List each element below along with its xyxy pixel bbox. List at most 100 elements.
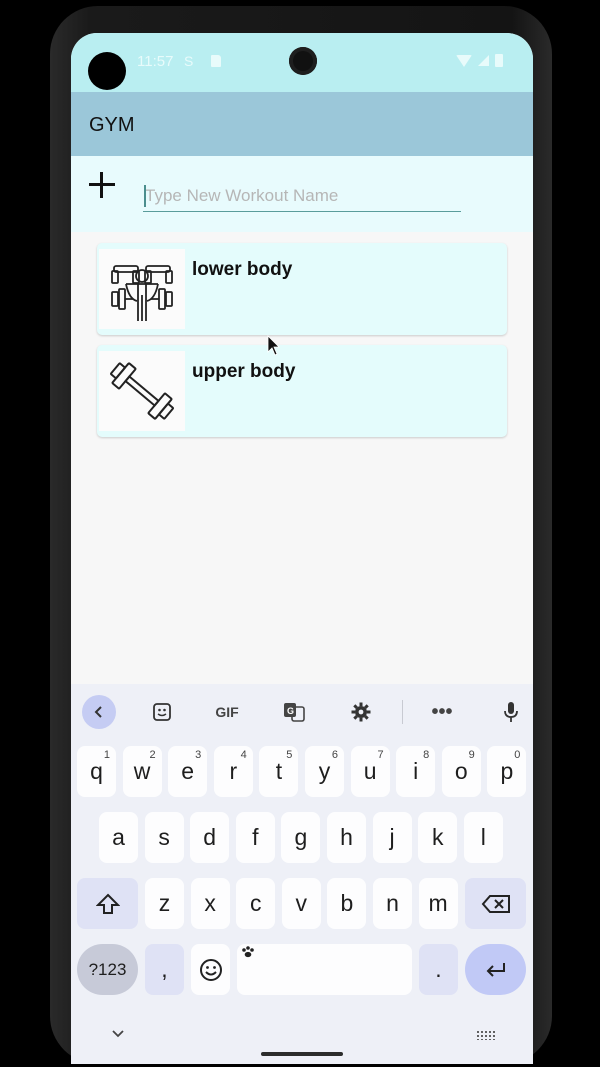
key-l[interactable]: l — [463, 812, 503, 863]
key-label: j — [389, 824, 395, 850]
workout-card-lower-body[interactable]: lower body — [97, 243, 507, 335]
key-x[interactable]: x — [190, 878, 230, 929]
key-v[interactable]: v — [281, 878, 321, 929]
key-a[interactable]: a — [99, 812, 138, 863]
key-number-hint: 2 — [149, 749, 156, 761]
status-s-icon: S — [184, 53, 194, 69]
backspace-key[interactable] — [465, 878, 526, 929]
gif-button[interactable]: GIF — [209, 696, 245, 728]
key-i[interactable]: i8 — [396, 746, 436, 797]
new-workout-row — [71, 156, 533, 232]
space-key[interactable] — [237, 944, 412, 995]
key-y[interactable]: y6 — [305, 746, 344, 797]
key-o[interactable]: o9 — [441, 746, 481, 797]
enter-key[interactable] — [465, 944, 526, 995]
more-options-icon[interactable]: ••• — [427, 696, 457, 728]
key-label: a — [112, 824, 125, 850]
key-z[interactable]: z — [145, 878, 184, 929]
key-d[interactable]: d — [190, 812, 230, 863]
svg-text:G: G — [287, 706, 294, 716]
soft-keyboard: GIF G ••• q1w2e3r4t5y6u7i8o9p0 asdfghjkl… — [71, 684, 533, 1064]
text-caret — [144, 185, 146, 207]
settings-gear-icon[interactable] — [346, 696, 376, 728]
key-label: d — [203, 824, 217, 850]
key-u[interactable]: u7 — [350, 746, 390, 797]
key-label: c — [249, 890, 262, 916]
key-m[interactable]: m — [418, 878, 458, 929]
key-label: k — [431, 824, 444, 850]
battery-icon — [495, 54, 503, 67]
mouse-pointer-icon — [267, 335, 280, 356]
front-camera — [289, 47, 317, 75]
key-label: y — [318, 758, 331, 784]
keyboard-switch-icon[interactable] — [476, 1030, 496, 1040]
key-w[interactable]: w2 — [122, 746, 162, 797]
key-j[interactable]: j — [372, 812, 412, 863]
shift-key[interactable] — [77, 878, 138, 929]
translate-icon[interactable]: G — [279, 696, 309, 728]
key-number-hint: 4 — [240, 749, 247, 761]
add-workout-button[interactable] — [87, 170, 117, 200]
key-label: q — [90, 758, 103, 784]
key-label: l — [480, 824, 486, 850]
key-number-hint: 7 — [377, 749, 384, 761]
key-q[interactable]: q1 — [77, 746, 116, 797]
key-number-hint: 1 — [103, 749, 110, 761]
gesture-nav-handle[interactable] — [261, 1052, 343, 1056]
comma-key[interactable]: , — [145, 944, 184, 995]
status-bar: 11:57 S — [71, 33, 533, 92]
workout-name-input[interactable] — [143, 180, 461, 212]
workout-card-label: lower body — [192, 259, 293, 280]
sticker-icon[interactable] — [147, 696, 177, 728]
key-label: e — [181, 758, 195, 784]
workout-card-label: upper body — [192, 361, 296, 382]
app-bar: GYM — [71, 92, 533, 156]
key-number-hint: 8 — [423, 749, 430, 761]
app-title: GYM — [89, 114, 135, 136]
keyboard-back-icon[interactable] — [82, 695, 116, 729]
status-time: 11:57 — [137, 53, 174, 70]
key-t[interactable]: t5 — [259, 746, 299, 797]
key-e[interactable]: e3 — [168, 746, 208, 797]
key-label: u — [363, 758, 377, 784]
key-label: f — [252, 824, 259, 850]
workout-thumbnail — [99, 249, 185, 329]
wifi-icon — [456, 54, 472, 67]
key-label: r — [229, 758, 238, 784]
key-number-hint: 6 — [331, 749, 338, 761]
keyboard-hide-chevron-icon[interactable] — [111, 1026, 125, 1044]
key-label: o — [454, 758, 468, 784]
key-label: z — [158, 890, 171, 916]
key-n[interactable]: n — [373, 878, 412, 929]
workout-thumbnail — [99, 351, 185, 431]
period-key[interactable]: . — [419, 944, 458, 995]
sd-card-icon — [211, 55, 221, 67]
workout-card-upper-body[interactable]: upper body — [97, 345, 507, 437]
key-s[interactable]: s — [144, 812, 184, 863]
key-f[interactable]: f — [235, 812, 275, 863]
toolbar-divider — [402, 700, 403, 724]
key-p[interactable]: p0 — [487, 746, 527, 797]
key-label: x — [204, 890, 216, 916]
key-label: v — [295, 890, 308, 916]
key-label: w — [133, 758, 151, 784]
status-icons — [456, 54, 503, 67]
microphone-icon[interactable] — [496, 696, 526, 728]
key-number-hint: 0 — [514, 749, 521, 761]
signal-icon — [478, 55, 489, 66]
device-screen: 11:57 S GYM Type New Workout Name lower … — [71, 33, 533, 1064]
key-label: m — [428, 890, 448, 916]
key-label: n — [386, 890, 399, 916]
emoji-key[interactable] — [191, 944, 230, 995]
symbols-key[interactable]: ?123 — [77, 944, 138, 995]
key-c[interactable]: c — [236, 878, 276, 929]
key-g[interactable]: g — [281, 812, 321, 863]
key-number-hint: 3 — [195, 749, 202, 761]
key-k[interactable]: k — [418, 812, 458, 863]
key-label: p — [500, 758, 514, 784]
key-b[interactable]: b — [327, 878, 367, 929]
key-h[interactable]: h — [327, 812, 366, 863]
dumbbell-figure-icon — [111, 265, 173, 321]
key-r[interactable]: r4 — [213, 746, 253, 797]
key-label: s — [158, 824, 170, 850]
